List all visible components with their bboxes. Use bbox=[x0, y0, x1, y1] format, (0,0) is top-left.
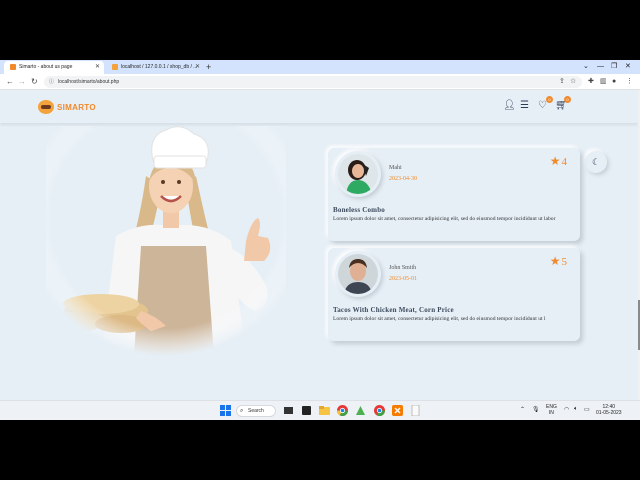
language-indicator[interactable]: ENG IN bbox=[546, 404, 557, 416]
taskbar: ⌕ Search ⌃ 🎙︎ ENG IN ◠ 🔈︎ ▭ 12:40 01-05-… bbox=[0, 400, 640, 420]
wishlist-count-badge: 0 bbox=[546, 96, 553, 103]
rating-value: 4 bbox=[561, 156, 568, 168]
review-rating: ★5 bbox=[550, 254, 567, 269]
close-tab-icon[interactable]: ✕ bbox=[95, 61, 100, 74]
site-header: SIMARTO 👤︎ ☰ ♡ 0 🛒︎ 0 bbox=[0, 90, 638, 123]
avatar bbox=[338, 254, 378, 294]
review-text: Lorem ipsum dolor sit amet, consectetur … bbox=[333, 216, 556, 222]
tab-title: localhost / 127.0.0.1 / shop_db / ... bbox=[121, 64, 198, 70]
reviewer-name: Mahi bbox=[389, 165, 402, 171]
browser-tab-bar: Simarto - about us page ✕ localhost / 12… bbox=[0, 60, 640, 74]
review-dish: Tacos With Chicken Meat, Corn Price bbox=[333, 306, 454, 314]
site-logo[interactable]: SIMARTO bbox=[38, 99, 96, 115]
reviewer-name: John Smith bbox=[389, 265, 417, 271]
burger-logo-icon bbox=[38, 100, 54, 114]
avatar-frame bbox=[335, 251, 381, 297]
review-card: John Smith 2023-05-01 ★5 Tacos With Chic… bbox=[328, 248, 580, 341]
dark-mode-toggle[interactable]: ☾ bbox=[585, 151, 607, 173]
windows-start-icon[interactable] bbox=[220, 405, 231, 416]
info-icon: ⓘ bbox=[49, 79, 55, 85]
microphone-icon[interactable]: 🎙︎ bbox=[532, 406, 540, 413]
clock[interactable]: 12:40 01-05-2023 bbox=[596, 404, 622, 416]
review-date: 2023-04-30 bbox=[389, 176, 417, 182]
rating-value: 5 bbox=[561, 256, 568, 268]
clock-date: 01-05-2023 bbox=[596, 410, 622, 416]
back-icon[interactable]: ← bbox=[6, 76, 14, 88]
screen: Simarto - about us page ✕ localhost / 12… bbox=[0, 0, 640, 480]
favicon-icon bbox=[10, 63, 16, 70]
chrome-icon[interactable] bbox=[337, 405, 348, 416]
tab-title: Simarto - about us page bbox=[19, 64, 73, 70]
review-text: Lorem ipsum dolor sit amet, consectetur … bbox=[333, 316, 546, 322]
reload-icon[interactable]: ↻ bbox=[31, 76, 38, 88]
url-text: localhost/simarto/about.php bbox=[58, 79, 120, 85]
chef-illustration bbox=[46, 126, 286, 356]
url-input[interactable]: ⓘ localhost/simarto/about.php bbox=[44, 76, 582, 88]
review-card: Mahi 2023-04-30 ★4 Boneless Combo Lorem … bbox=[328, 148, 580, 241]
xampp-icon[interactable] bbox=[392, 405, 403, 416]
close-window-icon[interactable]: ✕ bbox=[625, 60, 631, 74]
chrome-active-icon[interactable] bbox=[374, 405, 385, 416]
file-explorer-icon[interactable] bbox=[319, 405, 330, 416]
search-icon: ⌕ bbox=[240, 408, 244, 414]
task-view-icon[interactable] bbox=[283, 405, 294, 416]
brand-name: SIMARTO bbox=[57, 102, 96, 112]
widgets-icon[interactable] bbox=[301, 405, 312, 416]
share-icon[interactable]: ⇪ bbox=[559, 77, 565, 87]
extensions-icon[interactable]: ✚ bbox=[588, 77, 594, 87]
bookmark-star-icon[interactable]: ☆ bbox=[570, 77, 576, 87]
app-green-icon[interactable] bbox=[355, 405, 366, 416]
review-rating: ★4 bbox=[550, 154, 567, 169]
star-icon: ★ bbox=[549, 254, 561, 268]
notepad-icon[interactable] bbox=[410, 405, 421, 416]
chevron-up-icon[interactable]: ⌃ bbox=[520, 406, 525, 413]
wifi-icon[interactable]: ◠ bbox=[564, 406, 569, 413]
close-tab-icon[interactable]: ✕ bbox=[195, 61, 200, 74]
favicon-icon bbox=[112, 63, 118, 70]
tab-phpmyadmin[interactable]: localhost / 127.0.0.1 / shop_db / ... ✕ bbox=[106, 61, 204, 74]
avatar bbox=[338, 154, 378, 194]
minimize-icon[interactable]: — bbox=[597, 60, 604, 74]
web-page: SIMARTO 👤︎ ☰ ♡ 0 🛒︎ 0 ☾ Mahi 2023-04-30 … bbox=[0, 90, 638, 400]
taskbar-search[interactable]: ⌕ Search bbox=[236, 405, 276, 417]
volume-icon[interactable]: 🔈︎ bbox=[574, 406, 578, 413]
chevron-down-icon[interactable]: ⌄ bbox=[583, 60, 589, 74]
moon-icon: ☾ bbox=[591, 157, 601, 167]
tab-about-page[interactable]: Simarto - about us page ✕ bbox=[4, 61, 104, 74]
avatar-frame bbox=[335, 151, 381, 197]
search-label: Search bbox=[248, 408, 264, 414]
keyboard-region: IN bbox=[548, 410, 554, 416]
address-bar: ← → ↻ ⓘ localhost/simarto/about.php ⇪ ☆ … bbox=[0, 74, 640, 90]
menu-dots-icon[interactable]: ⋮ bbox=[626, 77, 633, 87]
menu-list-icon[interactable]: ☰ bbox=[520, 99, 529, 113]
battery-icon[interactable]: ▭ bbox=[584, 406, 590, 413]
sidepanel-icon[interactable]: ▥ bbox=[600, 77, 607, 87]
cart-count-badge: 0 bbox=[564, 96, 571, 103]
maximize-icon[interactable]: ❐ bbox=[611, 60, 617, 74]
new-tab-button[interactable]: + bbox=[206, 60, 211, 74]
profile-icon[interactable]: ● bbox=[612, 77, 616, 87]
forward-icon[interactable]: → bbox=[18, 76, 26, 88]
user-icon[interactable]: 👤︎ bbox=[503, 99, 516, 113]
review-dish: Boneless Combo bbox=[333, 206, 385, 214]
star-icon: ★ bbox=[549, 154, 561, 168]
review-date: 2023-05-01 bbox=[389, 276, 417, 282]
